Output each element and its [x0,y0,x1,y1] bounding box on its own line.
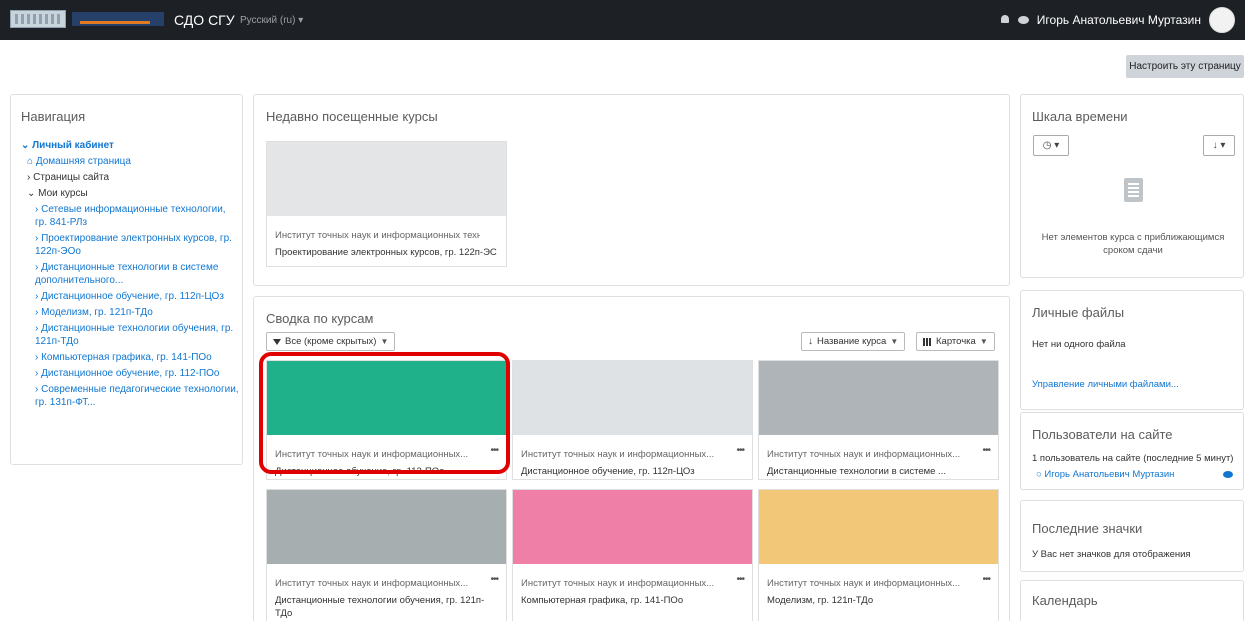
course-category: Институт точных наук и информационных... [275,578,469,589]
nav-course-item[interactable]: › Компьютерная графика, гр. 141-ПОо [21,351,239,364]
user-name[interactable]: Игорь Анатольевич Муртазин [1037,13,1201,27]
course-card[interactable]: Институт точных наук и информационных...… [512,489,753,621]
more-menu-icon[interactable]: ••• [490,574,498,585]
highlight-outline [259,352,510,474]
document-icon [1124,178,1143,202]
course-category: Институт точных наук и информационных... [767,449,961,460]
nav-my-courses[interactable]: ⌄ Мои курсы [21,187,239,200]
filter-icon [273,338,281,345]
nav-course-item[interactable]: › Проектирование электронных курсов, гр.… [21,232,239,258]
nav-course-item[interactable]: › Дистанционное обучение, гр. 112-ПОо [21,367,239,380]
course-name[interactable]: Дистанционные технологии в системе ... [767,465,992,478]
course-name[interactable]: Дистанционные технологии обучения, гр. 1… [275,594,500,620]
filter-dropdown[interactable]: Все (кроме скрытых) ▼ [266,332,396,351]
recent-courses-title: Недавно посещенные курсы [266,109,438,124]
course-category: Институт точных наук и информационных... [521,449,715,460]
course-category: Институт точных наук и информационных... [521,578,715,589]
more-menu-icon[interactable]: ••• [736,445,744,456]
private-files-title: Личные файлы [1032,305,1125,320]
timeline-title: Шкала времени [1032,109,1128,124]
more-menu-icon[interactable]: ••• [982,445,990,456]
course-category: Институт точных наук и информационных... [767,578,961,589]
clock-icon: ◷ ▾ [1042,140,1060,151]
chevron-down-icon: ▼ [890,337,899,346]
latest-badges-block: Последние значки У Вас нет значков для о… [1020,500,1244,572]
nav-course-item[interactable]: › Дистанционные технологии в системе доп… [21,261,239,287]
calendar-block: Календарь [1020,580,1244,621]
navigation-block: Навигация ⌄ Личный кабинет ⌂ Домашняя ст… [10,94,243,465]
avatar[interactable] [1209,7,1235,33]
course-image [513,490,752,564]
course-image [513,361,752,435]
view-dropdown[interactable]: Карточка ▼ [916,332,995,351]
course-image [267,142,506,216]
site-logo[interactable] [8,6,168,34]
course-category: Институт точных наук и информационных те… [275,230,480,241]
timeline-filter-button[interactable]: ◷ ▾ [1033,135,1069,156]
course-image [267,490,506,564]
chevron-down-icon: ▼ [380,337,389,346]
eye-icon[interactable] [1223,471,1233,478]
bell-icon[interactable] [1000,15,1010,25]
logo-emblem [10,10,66,28]
no-files-text: Нет ни одного файла [1032,339,1126,350]
navigation-tree: ⌄ Личный кабинет ⌂ Домашняя страница › С… [21,139,239,412]
nav-course-item[interactable]: › Моделизм, гр. 121п-ТДо [21,306,239,319]
course-card[interactable]: Институт точных наук и информационных...… [758,489,999,621]
online-summary: 1 пользователь на сайте (последние 5 мин… [1032,453,1234,464]
recent-courses-block: Недавно посещенные курсы Институт точных… [253,94,1010,286]
nav-site-pages[interactable]: › Страницы сайта [21,171,239,184]
no-badges-text: У Вас нет значков для отображения [1032,549,1191,560]
more-menu-icon[interactable]: ••• [736,574,744,585]
sort-label: Название курса [817,336,887,347]
online-user-name: Игорь Анатольевич Муртазин [1044,469,1175,480]
logo-bar [72,12,164,26]
online-users-block: Пользователи на сайте 1 пользователь на … [1020,412,1244,490]
course-name[interactable]: Проектирование электронных курсов, гр. 1… [275,246,500,259]
user-area: Игорь Анатольевич Муртазин [1000,7,1235,33]
customize-page-button[interactable]: Настроить эту страницу [1126,55,1244,78]
recent-course-card[interactable]: Институт точных наук и информационных те… [266,141,507,267]
filter-label: Все (кроме скрытых) [285,336,377,347]
course-card[interactable]: Институт точных наук и информационных...… [758,360,999,480]
course-card[interactable]: Институт точных наук и информационных...… [512,360,753,480]
view-label: Карточка [936,336,976,347]
course-card[interactable]: Институт точных наук и информационных...… [266,489,507,621]
timeline-empty-text: Нет элементов курса с приближающимся сро… [1041,232,1225,256]
course-name[interactable]: Моделизм, гр. 121п-ТДо [767,594,992,607]
course-name[interactable]: Дистанционное обучение, гр. 112п-ЦОз [521,465,746,478]
course-name[interactable]: Компьютерная графика, гр. 141-ПОо [521,594,746,607]
course-image [759,361,998,435]
timeline-block: Шкала времени ◷ ▾ ↓ ▾ Нет элементов курс… [1020,94,1244,278]
nav-course-item[interactable]: › Дистанционное обучение, гр. 112п-ЦОз [21,290,239,303]
nav-home-label: Домашняя страница [35,156,131,167]
chevron-down-icon: ▼ [979,337,988,346]
navigation-title: Навигация [21,109,86,124]
more-menu-icon[interactable]: ••• [982,574,990,585]
private-files-block: Личные файлы Нет ни одного файла Управле… [1020,290,1244,410]
latest-badges-title: Последние значки [1032,521,1143,536]
online-user-link[interactable]: ○ Игорь Анатольевич Муртазин [1036,469,1174,480]
language-menu[interactable]: Русский (ru) ▾ [240,15,303,26]
grid-icon [923,337,932,346]
course-image [759,490,998,564]
nav-course-item[interactable]: › Современные педагогические технологии,… [21,383,239,409]
online-users-title: Пользователи на сайте [1032,427,1173,442]
site-name[interactable]: СДО СГУ [174,12,235,28]
course-overview-title: Сводка по курсам [266,311,374,326]
nav-home[interactable]: ⌂ Домашняя страница [21,155,239,168]
nav-course-item[interactable]: › Дистанционные технологии обучения, гр.… [21,322,239,348]
timeline-sort-button[interactable]: ↓ ▾ [1203,135,1235,156]
nav-dashboard[interactable]: ⌄ Личный кабинет [21,139,239,152]
sort-dropdown[interactable]: ↓ Название курса ▼ [801,332,906,351]
manage-files-link[interactable]: Управление личными файлами... [1032,379,1179,390]
top-navbar: СДО СГУ Русский (ru) ▾ Игорь Анатольевич… [0,0,1245,40]
sort-icon: ↓ [808,336,813,347]
sort-icon: ↓ ▾ [1212,140,1226,151]
chat-icon[interactable] [1017,16,1029,24]
home-icon: ⌂ [27,156,36,167]
nav-course-item[interactable]: › Сетевые информационные технологии, гр.… [21,203,239,229]
calendar-title: Календарь [1032,593,1098,608]
